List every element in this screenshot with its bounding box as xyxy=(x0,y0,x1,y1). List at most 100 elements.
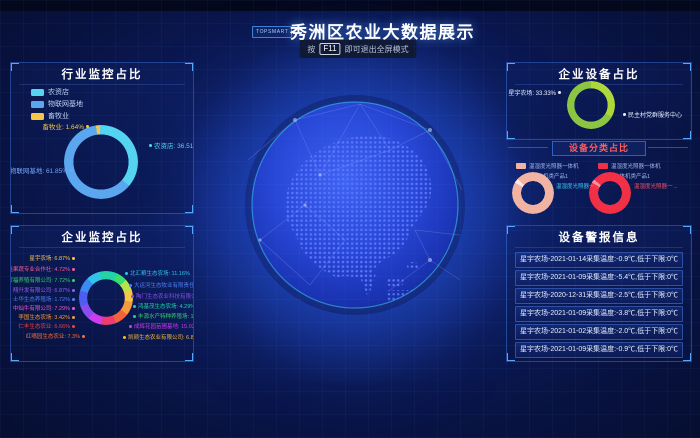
alarm-row: 星宇农场-2020-12-31采集温度:-2.5℃,低于下限:0℃ xyxy=(515,288,683,304)
label-dot xyxy=(70,169,73,172)
legend-item[interactable]: 温湿度光照器一体机 xyxy=(598,162,661,170)
pie-callout: 刘姐果蔬专业合作社: 4.72% xyxy=(10,265,75,273)
alarm-row: 星宇农场-2021-01-09采集温度:-0.9℃,低于下限:0℃ xyxy=(515,342,683,358)
legend-label: 农资店 xyxy=(48,87,69,97)
label-dot xyxy=(558,91,561,94)
device-donut-chart[interactable] xyxy=(567,81,615,129)
legend-swatch xyxy=(31,113,44,120)
pie-callout: 物联网基地: 61.85% xyxy=(10,165,73,175)
title-line xyxy=(508,147,548,148)
panel-enterprise-ratio: 企业监控占比 星宇农场: 6.87% 刘姐果蔬专业合作社: 4.72% 家福养殖… xyxy=(10,225,194,362)
label-dot xyxy=(72,298,75,301)
legend-label: 畜牧业 xyxy=(48,111,69,121)
label-dot xyxy=(131,295,134,298)
legend-label: 温湿度光照器一体机 xyxy=(529,162,579,170)
title-line xyxy=(648,147,688,148)
pie-callout: 陶门生态农业科技有限公 xyxy=(131,292,194,300)
pie-callout: 家福养殖有限公司: 7.72% xyxy=(10,276,75,284)
corner-accent xyxy=(185,225,194,234)
globe-visualization xyxy=(240,90,470,320)
legend-swatch xyxy=(598,163,608,169)
brand-logo: TOPSMART xyxy=(252,26,292,38)
industry-donut-chart[interactable] xyxy=(64,125,138,199)
pie-callout: 畜牧业: 1.64% xyxy=(42,121,89,131)
panel-title: 设备分类占比 xyxy=(552,141,646,156)
legend-swatch xyxy=(31,89,44,96)
corner-accent xyxy=(10,62,19,71)
label-dot xyxy=(133,315,136,318)
pie-callout: 温湿度光照器一→ xyxy=(556,182,600,190)
legend-label: 温湿度光照器一体机 xyxy=(611,162,661,170)
corner-accent xyxy=(10,353,19,362)
legend-swatch xyxy=(31,101,44,108)
corner-accent xyxy=(10,225,19,234)
f11-key-badge: F11 xyxy=(319,43,340,55)
pie-callout: 翔升发有限公司: 6.87% xyxy=(13,286,75,294)
pie-callout: 中灿牛有限公司: 7.29% xyxy=(13,304,75,312)
panel-device-class: 设备分类占比 温湿度光照器一体机 一体机类产品1 温湿度光照器一体机 一体机类产… xyxy=(506,140,690,222)
label-dot xyxy=(72,257,75,260)
pie-callout: 红嘴园生态农业: 7.3% xyxy=(26,332,85,340)
alarm-row: 星宇农场-2021-01-02采集温度:-2.0℃,低于下限:0℃ xyxy=(515,324,683,340)
pie-callout: 北汇粮生态农场: 11.16% xyxy=(125,269,190,277)
pie-callout: 仁丰生态农业: 6.66% xyxy=(18,322,75,330)
pie-callout: 农资店: 36.51% xyxy=(149,140,194,150)
corner-accent xyxy=(506,62,515,71)
alarm-row: 星宇农场-2021-01-09采集温度:-5.4℃,低于下限:0℃ xyxy=(515,270,683,286)
label-dot xyxy=(129,284,132,287)
label-dot xyxy=(123,336,126,339)
pie-callout: 凯顿生态农业有限公司: 6.87% xyxy=(123,333,194,341)
pie-callout: 星宇农场: 6.87% xyxy=(29,254,75,262)
legend-item[interactable]: 畜牧业 xyxy=(31,111,69,121)
panel-title: 行业监控占比 xyxy=(19,66,185,85)
panel-title: 企业监控占比 xyxy=(19,229,185,248)
class-donut-right[interactable] xyxy=(589,172,631,214)
alarm-row: 星宇农场-2021-01-14采集温度:-0.9℃,低于下限:0℃ xyxy=(515,252,683,268)
label-dot xyxy=(72,316,75,319)
pie-callout: 星宇农场: 33.33% xyxy=(508,88,561,97)
hint-prefix: 按 xyxy=(307,44,315,55)
class-donut-left[interactable] xyxy=(512,172,554,214)
corner-accent xyxy=(185,205,194,214)
label-dot xyxy=(133,305,136,308)
pie-callout: 温湿度光照器一→ xyxy=(634,182,678,190)
pie-callout: 成辉花园苗圃基地: 15.02% xyxy=(129,322,194,330)
legend-item[interactable]: 物联网基地 xyxy=(31,99,83,109)
corner-accent xyxy=(683,353,692,362)
label-dot xyxy=(623,113,626,116)
corner-accent xyxy=(506,225,515,234)
hint-suffix: 即可退出全屏模式 xyxy=(345,44,409,55)
pie-callout: 丰源水产特种养殖场: 1. xyxy=(133,312,194,320)
panel-alarm-info: 设备警报信息 星宇农场-2021-01-14采集温度:-0.9℃,低于下限:0℃… xyxy=(506,225,692,362)
corner-accent xyxy=(683,225,692,234)
panel-device-ratio: 企业设备占比 星宇农场: 33.33% 民主村党群服务中心 xyxy=(506,62,692,140)
fullscreen-hint: 按 F11 即可退出全屏模式 xyxy=(299,40,416,58)
label-dot xyxy=(82,335,85,338)
pie-callout: 大运河生态牧业有限责任公 xyxy=(129,281,194,289)
pie-callout: 民主村党群服务中心 xyxy=(623,110,682,119)
legend-item[interactable]: 温湿度光照器一体机 xyxy=(516,162,579,170)
corner-accent xyxy=(683,131,692,140)
legend-label: 物联网基地 xyxy=(48,99,83,109)
pie-callout: 鸿基茂生态农场: 4.29% xyxy=(133,302,194,310)
corner-accent xyxy=(506,131,515,140)
label-dot xyxy=(72,279,75,282)
label-dot xyxy=(72,268,75,271)
corner-accent xyxy=(506,353,515,362)
panel-title: 设备警报信息 xyxy=(515,229,683,248)
top-strip xyxy=(0,0,700,11)
panel-industry-ratio: 行业监控占比 农资店 物联网基地 畜牧业 畜牧业: 1.64% 农资店: 36.… xyxy=(10,62,194,214)
corner-accent xyxy=(185,353,194,362)
corner-accent xyxy=(185,62,194,71)
pie-callout: 李国生态农场: 3.42% xyxy=(18,313,75,321)
globe-svg xyxy=(240,90,470,320)
enterprise-donut-chart[interactable] xyxy=(79,271,133,325)
legend-item[interactable]: 农资店 xyxy=(31,87,69,97)
label-dot xyxy=(149,144,152,147)
alarm-row: 星宇农场-2021-01-09采集温度:-3.8℃,低于下限:0℃ xyxy=(515,306,683,322)
label-dot xyxy=(72,289,75,292)
label-dot xyxy=(129,325,132,328)
corner-accent xyxy=(683,62,692,71)
legend-swatch xyxy=(516,163,526,169)
pie-callout: 士华生态养殖场: 1.72% xyxy=(13,295,75,303)
